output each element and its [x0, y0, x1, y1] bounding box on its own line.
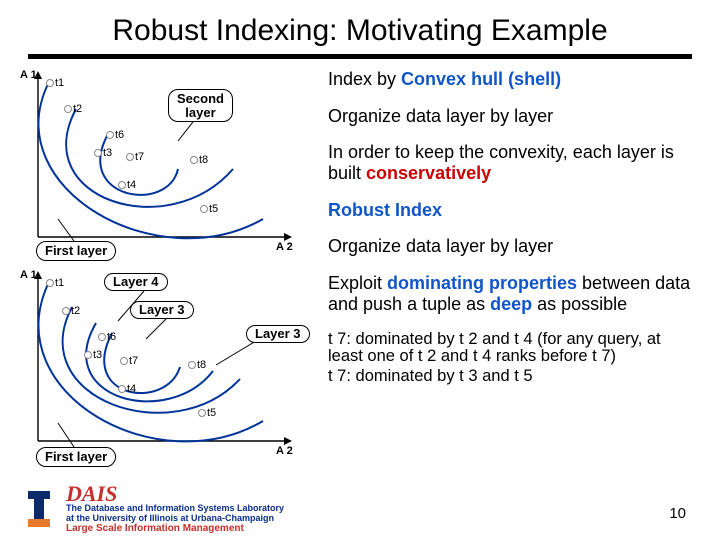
diagram-top: A 1 A 2 t1 t2 t6 t3 t7 t8 t4 t5 Second l… [18, 69, 320, 269]
point-t5-b: t5 [198, 407, 216, 419]
slide-title: Robust Indexing: Motivating Example [0, 0, 720, 54]
point-t2: t2 [64, 103, 82, 115]
point-t7: t7 [126, 151, 144, 163]
callout-layer3: Layer 3 [130, 301, 194, 319]
callout-first-layer-top: First layer [36, 241, 116, 261]
illinois-i-icon [22, 489, 56, 529]
point-t5: t5 [200, 203, 218, 215]
axis-a2: A 2 [276, 241, 293, 253]
point-t6: t6 [106, 129, 124, 141]
point-t3: t3 [94, 147, 112, 159]
diagram-bottom: A 1 A 2 t1 t2 t6 t3 t7 t8 t4 t5 Layer 4 … [18, 269, 320, 479]
footer-lab2: at the University of Illinois at Urbana-… [66, 513, 274, 523]
bullet-5: Organize data layer by layer [328, 236, 700, 257]
bullet-4: Robust Index [328, 200, 700, 221]
axis-a1: A 1 [20, 69, 37, 81]
point-t8-b: t8 [188, 359, 206, 371]
point-t8: t8 [190, 154, 208, 166]
point-t6-b: t6 [98, 331, 116, 343]
point-t4-b: t4 [118, 383, 136, 395]
note-t7-1: t 7: dominated by t 2 and t 4 (for any q… [328, 331, 700, 367]
point-t1-b: t1 [46, 277, 64, 289]
axis-a2-b: A 2 [276, 445, 293, 457]
point-t1: t1 [46, 77, 64, 89]
point-t4: t4 [118, 179, 136, 191]
bullet-3: In order to keep the convexity, each lay… [328, 142, 700, 183]
callout-layer4: Layer 4 [104, 273, 168, 291]
point-t7-b: t7 [120, 355, 138, 367]
note-t7-2: t 7: dominated by t 3 and t 5 [328, 368, 700, 386]
point-t2-b: t2 [62, 305, 80, 317]
bullet-6: Exploit dominating properties between da… [328, 273, 700, 314]
bullet-1: Index by Convex hull (shell) [328, 69, 700, 90]
footer-lab3: Large Scale Information Management [66, 523, 284, 534]
dais-logo-text: DAIS [66, 484, 284, 504]
footer: DAIS The Database and Information System… [22, 484, 284, 534]
callout-first-layer-b: First layer [36, 447, 116, 467]
point-t3-b: t3 [84, 349, 102, 361]
callout-layer3b: Layer 3 [246, 325, 310, 343]
title-rule [28, 54, 692, 59]
page-number: 10 [669, 505, 686, 522]
callout-second-layer: Second layer [168, 89, 233, 122]
axis-a1-b: A 1 [20, 269, 37, 281]
bullet-2: Organize data layer by layer [328, 106, 700, 127]
